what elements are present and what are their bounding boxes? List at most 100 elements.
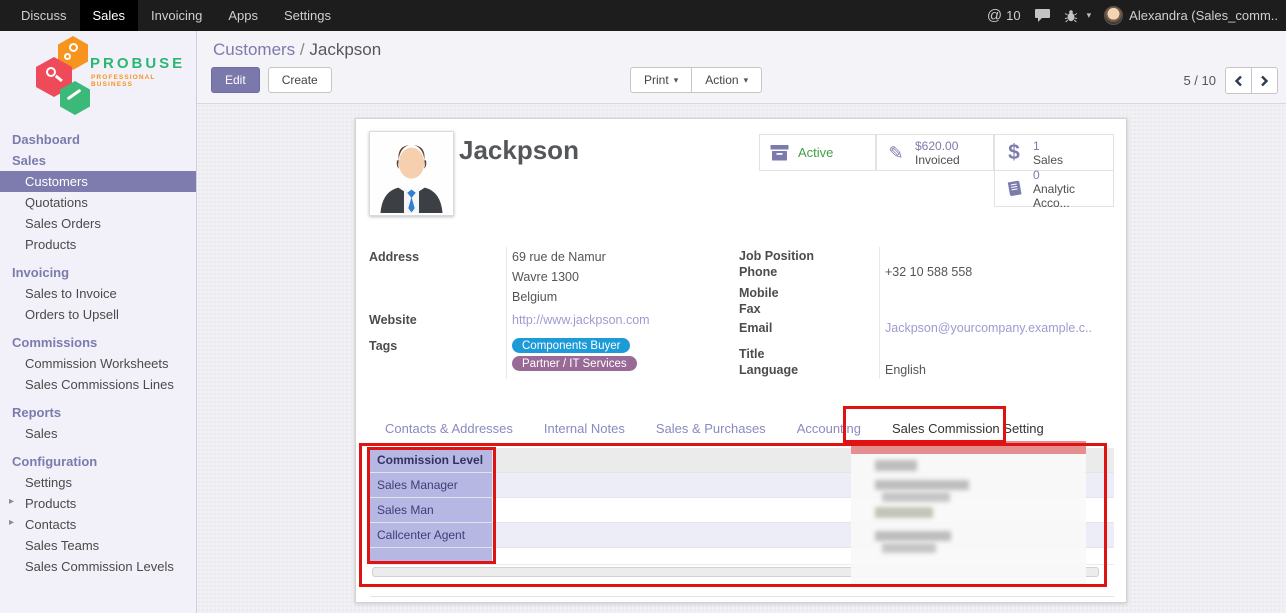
pager-previous-button[interactable] bbox=[1225, 67, 1252, 94]
sidebar-item-reports-sales[interactable]: Sales bbox=[0, 423, 196, 444]
menu-apps[interactable]: Apps bbox=[215, 0, 271, 31]
debug-menu[interactable]: ▾ bbox=[1064, 9, 1092, 23]
tag-components-buyer: Components Buyer bbox=[512, 338, 630, 353]
sales-stat-button[interactable]: $ 1 Sales bbox=[994, 134, 1114, 171]
sidebar-item-config-contacts[interactable]: ▸Contacts bbox=[0, 514, 196, 535]
sidebar-section-configuration[interactable]: Configuration bbox=[0, 451, 196, 472]
active-status-label: Active bbox=[798, 146, 833, 160]
edit-button[interactable]: Edit bbox=[211, 67, 260, 93]
redacted-header-bar bbox=[851, 441, 1086, 454]
archive-icon bbox=[767, 144, 791, 161]
email-label: Email bbox=[739, 321, 772, 335]
analytic-stat-button[interactable]: 0 Analytic Acco... bbox=[994, 170, 1114, 207]
sidebar-item-customers[interactable]: Customers bbox=[0, 171, 196, 192]
pencil-icon: ✎ bbox=[884, 146, 908, 160]
tags-label: Tags bbox=[369, 339, 397, 353]
website-link[interactable]: http://www.jackpson.com bbox=[512, 313, 650, 327]
control-panel: Customers / Jackpson Edit Create Print▾ … bbox=[197, 31, 1286, 104]
user-avatar bbox=[1104, 6, 1123, 25]
mention-icon: @ bbox=[987, 7, 1002, 24]
breadcrumb-current: Jackpson bbox=[309, 40, 381, 59]
bug-icon bbox=[1064, 9, 1078, 23]
caret-down-icon: ▾ bbox=[674, 75, 679, 86]
tab-contacts-addresses[interactable]: Contacts & Addresses bbox=[385, 415, 513, 442]
active-stat-button[interactable]: Active bbox=[759, 134, 876, 171]
customer-form-sheet: Jackpson Active ✎ $620.00 Invoiced $ 1 S… bbox=[355, 118, 1127, 603]
email-link[interactable]: Jackpson@yourcompany.example.c.. bbox=[885, 321, 1092, 335]
commission-level-cell: Sales Man bbox=[370, 498, 492, 522]
sidebar-item-config-products[interactable]: ▸Products bbox=[0, 493, 196, 514]
sidebar-item-sales-commission-levels[interactable]: Sales Commission Levels bbox=[0, 556, 196, 577]
pager-next-button[interactable] bbox=[1251, 67, 1278, 94]
sidebar-nav: Dashboard Sales Customers Quotations Sal… bbox=[0, 125, 196, 577]
address-label: Address bbox=[369, 250, 419, 264]
sidebar-item-sales-teams[interactable]: Sales Teams bbox=[0, 535, 196, 556]
sidebar-item-sales[interactable]: Sales bbox=[0, 150, 196, 171]
pager-text: 5 / 10 bbox=[1183, 73, 1216, 88]
sidebar: PROBUSE PROFESSIONAL BUSINESS Dashboard … bbox=[0, 31, 197, 613]
menu-sales[interactable]: Sales bbox=[80, 0, 139, 31]
field-divider bbox=[879, 247, 880, 379]
action-button[interactable]: Action▾ bbox=[691, 67, 762, 93]
breadcrumb-separator: / bbox=[300, 40, 309, 59]
breadcrumb-customers-link[interactable]: Customers bbox=[213, 40, 295, 59]
tab-internal-notes[interactable]: Internal Notes bbox=[544, 415, 625, 442]
sidebar-item-settings[interactable]: Settings bbox=[0, 472, 196, 493]
field-divider bbox=[506, 247, 507, 379]
print-button[interactable]: Print▾ bbox=[630, 67, 692, 93]
customer-avatar bbox=[369, 131, 454, 216]
notebook-tabs: Contacts & Addresses Internal Notes Sale… bbox=[385, 415, 1044, 442]
phone-label: Phone bbox=[739, 265, 777, 279]
invoiced-stat-button[interactable]: ✎ $620.00 Invoiced bbox=[876, 134, 994, 171]
expand-caret-icon: ▸ bbox=[9, 496, 14, 507]
address-line-2: Wavre 1300 bbox=[512, 270, 579, 284]
sales-label: Sales bbox=[1033, 153, 1063, 167]
messages-icon[interactable] bbox=[1034, 8, 1051, 23]
tab-accounting[interactable]: Accounting bbox=[797, 415, 861, 442]
gear-small-icon bbox=[64, 53, 71, 60]
analytic-count: 0 bbox=[1033, 168, 1106, 182]
mobile-label: Mobile bbox=[739, 286, 779, 300]
menu-discuss[interactable]: Discuss bbox=[8, 0, 80, 31]
commission-level-cell: Sales Manager bbox=[370, 473, 492, 497]
sidebar-section-invoicing[interactable]: Invoicing bbox=[0, 262, 196, 283]
sidebar-item-products[interactable]: Products bbox=[0, 234, 196, 255]
sidebar-item-sales-orders[interactable]: Sales Orders bbox=[0, 213, 196, 234]
website-label: Website bbox=[369, 313, 417, 327]
caret-down-icon: ▾ bbox=[1087, 10, 1092, 21]
sidebar-item-sales-to-invoice[interactable]: Sales to Invoice bbox=[0, 283, 196, 304]
probuse-logo: PROBUSE PROFESSIONAL BUSINESS bbox=[0, 31, 196, 125]
title-label: Title bbox=[739, 347, 764, 361]
app-menus: Discuss Sales Invoicing Apps Settings bbox=[0, 0, 344, 31]
fax-label: Fax bbox=[739, 302, 761, 316]
commission-level-header: Commission Level bbox=[370, 448, 492, 472]
sidebar-item-quotations[interactable]: Quotations bbox=[0, 192, 196, 213]
phone-value: +32 10 588 558 bbox=[885, 265, 972, 279]
create-button[interactable]: Create bbox=[268, 67, 332, 93]
book-icon bbox=[1002, 180, 1026, 197]
menu-settings[interactable]: Settings bbox=[271, 0, 344, 31]
address-line-1: 69 rue de Namur bbox=[512, 250, 606, 264]
redacted-column bbox=[851, 441, 1086, 584]
expand-caret-icon: ▸ bbox=[9, 517, 14, 528]
sidebar-item-orders-to-upsell[interactable]: Orders to Upsell bbox=[0, 304, 196, 325]
language-value: English bbox=[885, 363, 926, 377]
dollar-icon: $ bbox=[1002, 146, 1026, 160]
invoiced-amount: $620.00 bbox=[915, 139, 960, 153]
sidebar-item-sales-commissions-lines[interactable]: Sales Commissions Lines bbox=[0, 374, 196, 395]
menu-invoicing[interactable]: Invoicing bbox=[138, 0, 215, 31]
sheet-divider bbox=[370, 596, 1114, 597]
tab-sales-commission-setting[interactable]: Sales Commission Setting bbox=[892, 415, 1044, 442]
sidebar-section-commissions[interactable]: Commissions bbox=[0, 332, 196, 353]
sidebar-item-commission-worksheets[interactable]: Commission Worksheets bbox=[0, 353, 196, 374]
sidebar-section-reports[interactable]: Reports bbox=[0, 402, 196, 423]
user-menu[interactable]: Alexandra (Sales_comm.. bbox=[1104, 6, 1278, 25]
sales-count: 1 bbox=[1033, 139, 1063, 153]
invoiced-label: Invoiced bbox=[915, 153, 960, 167]
commission-level-cell: Callcenter Agent bbox=[370, 523, 492, 547]
mention-count: 10 bbox=[1006, 8, 1020, 23]
tab-sales-purchases[interactable]: Sales & Purchases bbox=[656, 415, 766, 442]
mention-counter[interactable]: @ 10 bbox=[987, 7, 1021, 24]
sidebar-item-dashboard[interactable]: Dashboard bbox=[0, 129, 196, 150]
pager: 5 / 10 bbox=[1183, 67, 1278, 94]
